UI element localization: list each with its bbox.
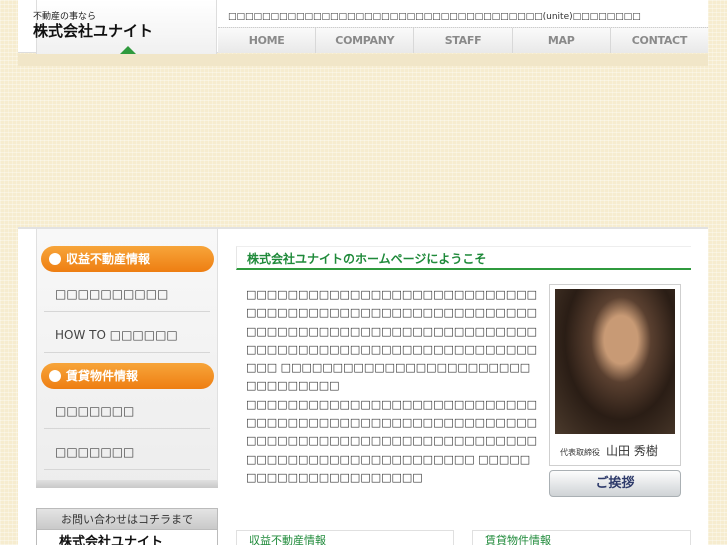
header-sub-band [18,54,708,66]
caption-name: 山田 秀樹 [606,444,658,458]
welcome-heading: 株式会社ユナイトのホームページにようこそ [236,246,691,270]
welcome-paragraph: □□□□□□□□□□□□□□□□□□□□□□□□□□□□□□□□□□□□□□□□… [246,397,538,484]
welcome-paragraph: □□□□□□□□□□□□□□□□□□□□□□□□□□□□□□□□□□□□□□□□… [246,288,538,393]
sidebar-link-howto[interactable]: HOW TO □□□□□□ [55,328,178,342]
photo-caption: 代表取締役 山田 秀樹 [560,442,658,459]
sidebar-heading-income-property[interactable]: 収益不動産情報 [41,246,214,272]
nav-home[interactable]: HOME [218,28,317,53]
nav-company[interactable]: COMPANY [316,28,415,53]
logo-company-name: 株式会社ユナイト [33,22,154,40]
sidebar-bottom-edge [36,480,218,488]
sidebar-link[interactable]: □□□□□□□□□□ [55,287,168,301]
caption-role: 代表取締役 [560,448,600,457]
bullet-icon [49,253,61,265]
divider [44,352,210,353]
nav-contact[interactable]: CONTACT [611,28,708,53]
bottom-box-income-property[interactable]: 収益不動産情報 [236,530,454,545]
divider [44,311,210,312]
greeting-button[interactable]: ご挨拶 [549,470,681,497]
tagline: □□□□□□□□□□□□□□□□□□□□□□□□□□□□□□□□□□□□□(un… [228,12,641,22]
main-nav: HOME COMPANY STAFF MAP CONTACT [218,27,708,53]
nav-staff[interactable]: STAFF [414,28,513,53]
sidebar-link[interactable]: □□□□□□□ [55,445,134,459]
president-photo [555,289,675,434]
sidebar-heading-rental[interactable]: 賃貸物件情報 [41,363,214,389]
contact-heading[interactable]: お問い合わせはコチラまで [36,508,218,530]
divider [44,428,210,429]
contact-company-name: 株式会社ユナイト [36,530,218,545]
sidebar-link[interactable]: □□□□□□□ [55,404,134,418]
bottom-box-rental[interactable]: 賃貸物件情報 [472,530,691,545]
sidebar-heading-label: 賃貸物件情報 [66,369,139,383]
sidebar-heading-label: 収益不動産情報 [66,252,151,266]
nav-map[interactable]: MAP [513,28,611,53]
welcome-text: □□□□□□□□□□□□□□□□□□□□□□□□□□□□□□□□□□□□□□□□… [246,286,540,487]
bullet-icon [49,370,61,382]
president-photo-frame: 代表取締役 山田 秀樹 [549,284,681,466]
divider [44,469,210,470]
